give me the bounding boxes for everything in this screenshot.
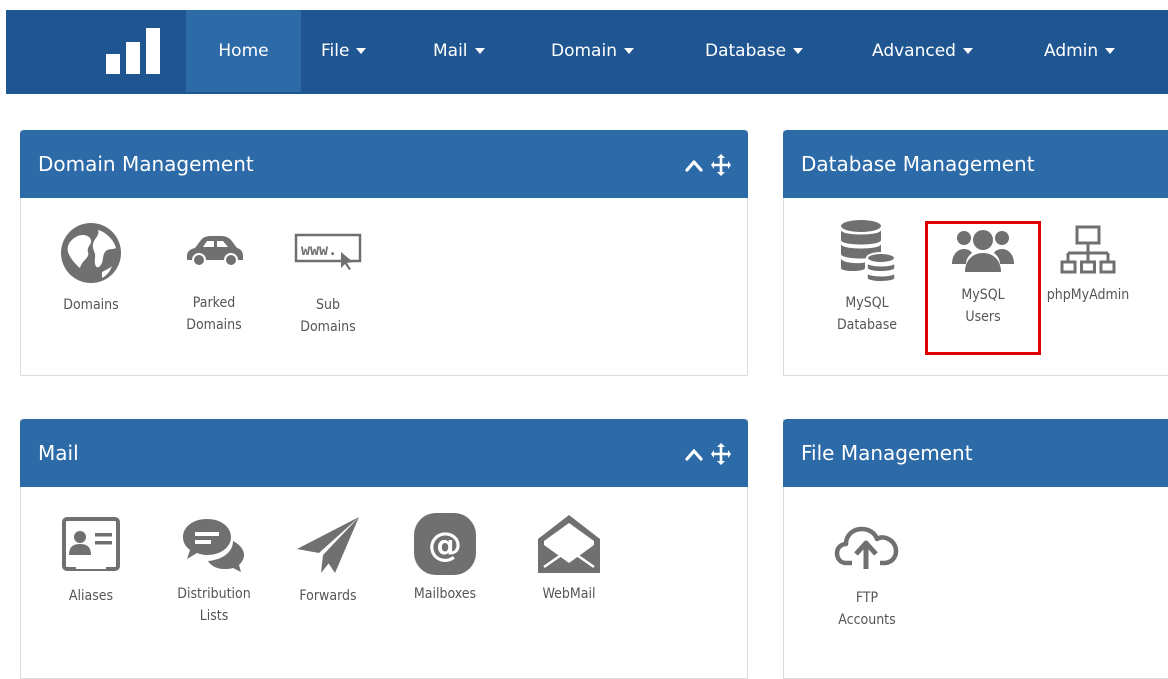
cloud-upload-icon	[834, 526, 899, 569]
nav-admin-label: Admin	[1044, 41, 1099, 61]
collapse-icon[interactable]	[684, 152, 704, 178]
mail-panel: Mail Aliases Distribution Lists Forwards…	[20, 419, 748, 679]
chevron-down-icon	[356, 48, 367, 54]
nav-domain-label: Domain	[551, 41, 617, 61]
mysql-database-item[interactable]: MySQL Database	[817, 218, 917, 336]
nav-mail-label: Mail	[433, 41, 468, 61]
phpmyadmin-item[interactable]: phpMyAdmin	[1038, 224, 1138, 306]
contact-card-icon	[62, 517, 120, 571]
nav-file-label: File	[321, 41, 350, 61]
chat-bubbles-icon	[183, 519, 244, 572]
distribution-lists-label: Distribution Lists	[177, 586, 251, 624]
mailboxes-label: Mailboxes	[413, 586, 477, 602]
database-stack-icon	[841, 220, 896, 283]
nav-file[interactable]: File	[321, 10, 367, 92]
aliases-item[interactable]: Aliases	[41, 513, 141, 607]
aliases-label: Aliases	[68, 588, 114, 604]
www-cursor-icon: www.	[294, 233, 362, 270]
phpmyadmin-label: phpMyAdmin	[1046, 287, 1130, 303]
move-icon[interactable]	[710, 152, 732, 178]
mysql-database-label: MySQL Database	[836, 295, 898, 333]
nav-database-label: Database	[705, 41, 787, 61]
mailboxes-item[interactable]: @ Mailboxes	[395, 511, 495, 605]
svg-text:www.: www.	[301, 241, 337, 259]
panel-header: Mail	[20, 419, 748, 487]
highlight-box	[925, 221, 1041, 355]
ftp-accounts-label: FTP Accounts	[838, 590, 896, 628]
panel-title: Mail	[38, 441, 79, 465]
svg-text:@: @	[428, 525, 462, 565]
open-envelope-icon	[538, 515, 600, 573]
distribution-lists-item[interactable]: Distribution Lists	[164, 515, 264, 627]
panel-tools	[668, 441, 748, 467]
at-sign-icon: @	[414, 513, 476, 575]
panel-tools	[668, 152, 748, 178]
parked-domains-label: Parked Domains	[186, 295, 242, 333]
globe-icon	[61, 223, 121, 283]
chevron-down-icon	[1105, 48, 1116, 54]
move-icon[interactable]	[710, 441, 732, 467]
domains-label: Domains	[63, 297, 119, 313]
domains-item[interactable]: Domains	[41, 220, 141, 316]
chevron-down-icon	[793, 48, 804, 54]
parked-domains-item[interactable]: Parked Domains	[164, 234, 264, 336]
webmail-item[interactable]: WebMail	[519, 511, 619, 605]
car-icon	[187, 236, 243, 267]
nav-admin[interactable]: Admin	[1044, 10, 1116, 92]
panel-title: Domain Management	[38, 152, 254, 176]
panel-header: Database Management	[783, 130, 1168, 198]
nav-domain[interactable]: Domain	[551, 10, 634, 92]
sitemap-icon	[1060, 225, 1116, 274]
nav-home[interactable]: Home	[186, 10, 301, 92]
chevron-down-icon	[623, 48, 634, 54]
nav-home-label: Home	[218, 41, 269, 61]
paper-plane-icon	[297, 517, 359, 573]
bar-chart-logo-icon[interactable]	[104, 26, 164, 82]
forwards-item[interactable]: Forwards	[278, 515, 378, 607]
sub-domains-label: Sub Domains	[300, 297, 356, 335]
panel-title: Database Management	[801, 152, 1035, 176]
nav-mail[interactable]: Mail	[433, 10, 485, 92]
panel-title: File Management	[801, 441, 973, 465]
nav-advanced-label: Advanced	[872, 41, 956, 61]
panel-header: Domain Management	[20, 130, 748, 198]
nav-database[interactable]: Database	[705, 10, 804, 92]
chevron-down-icon	[474, 48, 485, 54]
top-navbar: Home File Mail Domain Database Advanced …	[6, 10, 1168, 94]
domain-management-panel: Domain Management Domains ParkedDomains	[20, 130, 748, 376]
file-management-panel: File Management FTP Accounts	[783, 419, 1168, 679]
forwards-label: Forwards	[299, 588, 357, 604]
sub-domains-item[interactable]: www. Sub Domains	[278, 232, 378, 338]
webmail-label: WebMail	[542, 586, 596, 602]
chevron-down-icon	[962, 48, 973, 54]
nav-advanced[interactable]: Advanced	[872, 10, 973, 92]
ftp-accounts-item[interactable]: FTP Accounts	[817, 523, 917, 631]
panel-header: File Management	[783, 419, 1168, 487]
collapse-icon[interactable]	[684, 441, 704, 467]
